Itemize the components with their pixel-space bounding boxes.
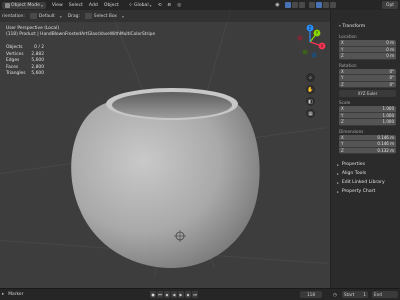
playback-controls: ● ⏮ ◆ ◀ ▶ ◆ ⏭ xyxy=(150,291,198,298)
location-label: Location xyxy=(339,34,357,39)
vase-opening xyxy=(112,92,232,118)
gizmo-neg-y-handle[interactable] xyxy=(302,49,308,55)
location-z-field[interactable]: Z0 m xyxy=(339,53,396,60)
material-shading-icon[interactable] xyxy=(323,2,330,8)
xray-toggle-icon[interactable] xyxy=(299,2,306,8)
gizmo-z-label: Z xyxy=(309,26,312,31)
next-keyframe-icon[interactable]: ◆ xyxy=(185,291,191,298)
chevron-down-icon: ▾ xyxy=(40,2,43,8)
stat-row: Triangles 5,600 xyxy=(6,71,44,76)
jump-end-icon[interactable]: ⏭ xyxy=(192,291,198,298)
play-icon[interactable]: ▶ xyxy=(178,291,184,298)
pivot-icon: ⟲ xyxy=(157,2,162,8)
timeline-bar: ▸ Marker ● ⏮ ◆ ◀ ▶ ◆ ⏭ 118 ◷ Start 1 End xyxy=(0,288,400,300)
prev-keyframe-icon[interactable]: ◆ xyxy=(164,291,170,298)
magnet-icon: ⋒ xyxy=(167,2,172,8)
end-frame-field[interactable]: End xyxy=(372,291,398,298)
editor-header: Object Mode ▾ View Select Add Object ⊹ G… xyxy=(0,0,400,10)
gizmo-x-label: X xyxy=(321,44,324,49)
gizmo-toggle-icon[interactable] xyxy=(285,2,292,8)
chevron-down-icon: ▾ xyxy=(339,23,341,28)
pivot-point-button[interactable]: ⟲ xyxy=(158,3,162,8)
rotation-y-field[interactable]: Y 0° xyxy=(339,75,396,82)
transform-orientation-select[interactable]: ⊹ Global ▾ xyxy=(129,2,152,8)
chevron-right-icon: ▸ xyxy=(337,162,339,167)
visibility-group: ◉ xyxy=(275,2,281,8)
solid-shading-icon[interactable] xyxy=(316,2,323,8)
axis-gizmo[interactable]: X Y Z xyxy=(290,22,330,62)
marker-menu[interactable]: Marker xyxy=(8,292,23,297)
clock-icon: ◷ xyxy=(333,292,337,297)
gizmo-group xyxy=(285,2,306,8)
chevron-right-icon: ▸ xyxy=(337,171,339,176)
vase-mesh[interactable] xyxy=(0,10,330,288)
gizmo-neg-x-handle[interactable] xyxy=(297,35,303,41)
scale-label: Scale xyxy=(339,100,351,105)
chevron-right-icon: ▸ xyxy=(337,189,339,194)
start-frame-field[interactable]: Start 1 xyxy=(342,291,368,298)
navigation-gizmo-area: X Y Z ⌕ ✋ ◧ ▦ xyxy=(290,22,330,132)
orientation-icon: ⊹ xyxy=(128,2,133,8)
pan-hand-icon[interactable]: ✋ xyxy=(306,85,315,94)
jump-start-icon[interactable]: ⏮ xyxy=(157,291,163,298)
rotation-mode-select[interactable]: XYZ Euler xyxy=(339,90,396,97)
snap-button[interactable]: ⋒ xyxy=(167,3,171,8)
menu-view[interactable]: View xyxy=(52,3,63,8)
property-chart-panel-header[interactable]: ▸ Property Chart xyxy=(331,187,400,196)
play-reverse-icon[interactable]: ◀ xyxy=(171,291,177,298)
mode-select[interactable]: Object Mode ▾ xyxy=(2,1,46,9)
dimensions-label: Dimensions xyxy=(339,128,364,134)
eye-icon[interactable]: ◉ xyxy=(275,2,281,8)
chevron-down-icon: ▾ xyxy=(149,2,152,8)
rendered-shading-icon[interactable] xyxy=(330,2,337,8)
transform-panel-header[interactable]: ▾ Transform xyxy=(331,20,400,31)
overlay-toggle-icon[interactable] xyxy=(292,2,299,8)
gizmo-y-label: Y xyxy=(315,31,319,36)
chevron-right-icon: ▸ xyxy=(337,180,339,185)
dimensions-y-field[interactable]: Y 0.146 m xyxy=(339,141,396,148)
current-frame-field[interactable]: 118 xyxy=(300,291,322,298)
menu-object[interactable]: Object xyxy=(104,3,119,8)
camera-icon[interactable]: ◧ xyxy=(306,97,315,106)
scale-z-field[interactable]: Z 1.000 xyxy=(339,119,396,126)
viewport-info: User Perspective (Local) (118) Product |… xyxy=(6,26,155,38)
proportional-icon: ◎ xyxy=(177,2,182,8)
properties-panel-header[interactable]: ▸ Properties xyxy=(331,160,400,169)
options-button[interactable]: Opt xyxy=(382,1,398,9)
3d-viewport[interactable]: rientation: Default ▾ Drag: Select Box ▾ xyxy=(0,10,330,288)
shading-group xyxy=(309,2,337,8)
gizmo-neg-z-handle[interactable] xyxy=(311,52,317,58)
rotation-z-field[interactable]: Z 0° xyxy=(339,81,396,88)
menu-add[interactable]: Add xyxy=(89,3,98,8)
menu-select[interactable]: Select xyxy=(69,3,83,8)
scene-stats: Objects 0 / 2 Vertices 2,882 Edges 5,600 Fa… xyxy=(6,45,44,78)
object-mode-icon xyxy=(5,2,10,8)
wireframe-shading-icon[interactable] xyxy=(309,2,316,8)
vase-body xyxy=(71,95,260,268)
zoom-icon[interactable]: ⌕ xyxy=(306,73,315,82)
proportional-edit-button[interactable]: ◎ xyxy=(177,3,181,8)
edit-linked-library-panel-header[interactable]: ▸ Edit Linked Library xyxy=(331,178,400,187)
n-panel-sidebar: ▾ Transform Location X0 m Y0 m Z0 m Rota… xyxy=(330,10,400,288)
playback-menu[interactable]: ▸ xyxy=(2,292,4,297)
rotation-label: Rotation xyxy=(339,62,357,68)
object-info: (118) Product | HandBlownFrostedArtGlass… xyxy=(6,32,156,37)
perspective-grid-icon[interactable]: ▦ xyxy=(306,109,315,118)
record-icon[interactable]: ● xyxy=(150,291,156,298)
timeline-left: ▸ Marker xyxy=(0,292,23,297)
align-tools-panel-header[interactable]: ▸ Align Tools xyxy=(331,169,400,178)
